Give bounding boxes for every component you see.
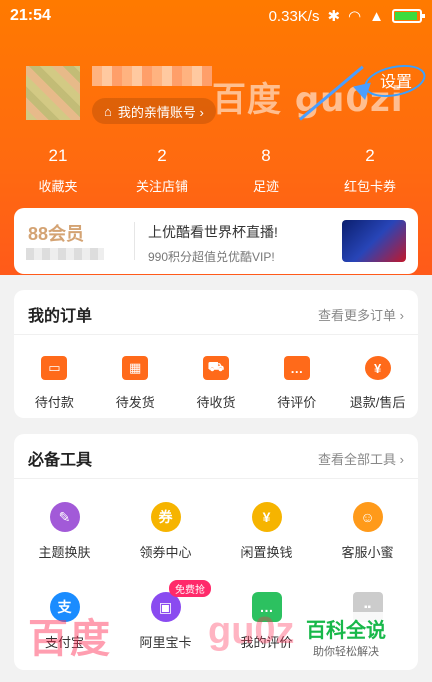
stats-row: 21 收藏夹 2 关注店铺 8 足迹 2 红包卡券 — [0, 146, 432, 195]
stat-label: 足迹 — [252, 179, 279, 194]
stat-value: 2 — [157, 146, 167, 165]
tools-row-1: ✎ 主题换肤 券 领券中心 ¥ 闲置换钱 ☺ 客服小蜜 — [14, 502, 418, 561]
order-label: 退款/售后 — [349, 395, 406, 410]
battery-icon — [392, 9, 425, 23]
stat-label: 收藏夹 — [38, 179, 78, 194]
baike-watermark: 百科全说 助你轻松解决 — [302, 612, 390, 661]
stat-followed-shops[interactable]: 2 关注店铺 — [110, 146, 214, 195]
tool-label: 闲置换钱 — [240, 545, 293, 560]
order-label: 待评价 — [277, 395, 317, 410]
bluetooth-icon: ✱ — [327, 8, 341, 25]
vip-headline: 上优酷看世界杯直播! — [148, 224, 278, 240]
tool-customer-service[interactable]: ☺ 客服小蜜 — [317, 502, 418, 561]
tool-coupon-center[interactable]: 券 领券中心 — [115, 502, 216, 561]
divider — [134, 222, 135, 260]
stat-favorites[interactable]: 21 收藏夹 — [6, 146, 110, 195]
network-speed: 0.33K/s — [268, 7, 320, 25]
stat-coupons[interactable]: 2 红包卡券 — [318, 146, 422, 195]
tool-label: 主题换肤 — [38, 545, 91, 560]
stat-footprints[interactable]: 8 足迹 — [214, 146, 318, 195]
family-icon: ⌂ — [104, 103, 112, 119]
stat-label: 红包卡券 — [343, 179, 396, 194]
order-pending-payment[interactable]: ▭ 待付款 — [14, 356, 95, 411]
wifi-icon: ◠ — [348, 8, 362, 25]
divider — [14, 478, 418, 479]
family-account-label: 我的亲情账号 › — [117, 104, 204, 120]
package-icon: ▦ — [122, 356, 149, 380]
refund-icon: ¥ — [364, 356, 391, 380]
watermark: gu0z — [208, 610, 295, 652]
orders-title: 我的订单 — [28, 308, 93, 325]
vip-badge: 88会员 — [28, 224, 85, 244]
tool-idle-exchange[interactable]: ¥ 闲置换钱 — [216, 502, 317, 561]
vip-info-blurred — [26, 248, 104, 260]
stat-value: 2 — [365, 146, 375, 165]
tool-label: 阿里宝卡 — [139, 635, 192, 650]
stat-value: 8 — [261, 146, 271, 165]
divider — [14, 334, 418, 335]
truck-icon: ⛟ — [202, 356, 229, 380]
status-bar: 21:54 0.33K/s ✱ ◠ ▲ — [0, 0, 432, 32]
order-label: 待收货 — [196, 395, 236, 410]
free-badge: 免费抢 — [169, 580, 211, 597]
vip-promo-image — [342, 220, 406, 262]
order-pending-review[interactable]: … 待评价 — [256, 356, 337, 411]
tool-label: 客服小蜜 — [341, 545, 394, 560]
order-refund[interactable]: ¥ 退款/售后 — [337, 356, 418, 411]
watermark: 百度 — [28, 617, 112, 661]
coupon-icon: 券 — [150, 502, 181, 532]
orders-row: ▭ 待付款 ▦ 待发货 ⛟ 待收货 … 待评价 ¥ 退款/售后 — [14, 356, 418, 411]
comment-icon: … — [283, 356, 310, 380]
coin-icon: ¥ — [251, 502, 282, 532]
stat-value: 21 — [48, 146, 68, 165]
bee-icon: ☺ — [352, 502, 383, 532]
orders-card: 我的订单 查看更多订单 › ▭ 待付款 ▦ 待发货 ⛟ 待收货 … 待评价 ¥ … — [14, 290, 418, 418]
order-label: 待发货 — [115, 395, 155, 410]
wallet-icon: ▭ — [41, 356, 68, 380]
view-all-tools-link[interactable]: 查看全部工具 › — [318, 449, 404, 468]
stat-label: 关注店铺 — [135, 179, 188, 194]
signal-icon: ▲ — [369, 7, 384, 25]
view-all-orders-link[interactable]: 查看更多订单 › — [318, 305, 404, 324]
avatar[interactable] — [26, 66, 80, 120]
palette-icon: ✎ — [49, 502, 80, 532]
baike-title: 百科全说 — [306, 620, 386, 642]
status-time: 21:54 — [10, 7, 51, 24]
tools-title: 必备工具 — [28, 452, 93, 469]
baike-subtitle: 助你轻松解决 — [313, 646, 379, 658]
vip-banner[interactable]: 88会员 上优酷看世界杯直播! 990积分超值兑优酷VIP! — [14, 208, 418, 274]
order-label: 待付款 — [34, 395, 74, 410]
vip-subline: 990积分超值兑优酷VIP! — [148, 250, 275, 264]
order-pending-shipment[interactable]: ▦ 待发货 — [95, 356, 176, 411]
family-account-button[interactable]: ⌂ 我的亲情账号 › — [92, 98, 216, 124]
tool-ali-card[interactable]: 免费抢 ▣ 阿里宝卡 — [115, 580, 216, 651]
username-blurred — [92, 66, 212, 86]
order-pending-receipt[interactable]: ⛟ 待收货 — [176, 356, 257, 411]
tool-label: 领券中心 — [139, 545, 192, 560]
tool-theme[interactable]: ✎ 主题换肤 — [14, 502, 115, 561]
